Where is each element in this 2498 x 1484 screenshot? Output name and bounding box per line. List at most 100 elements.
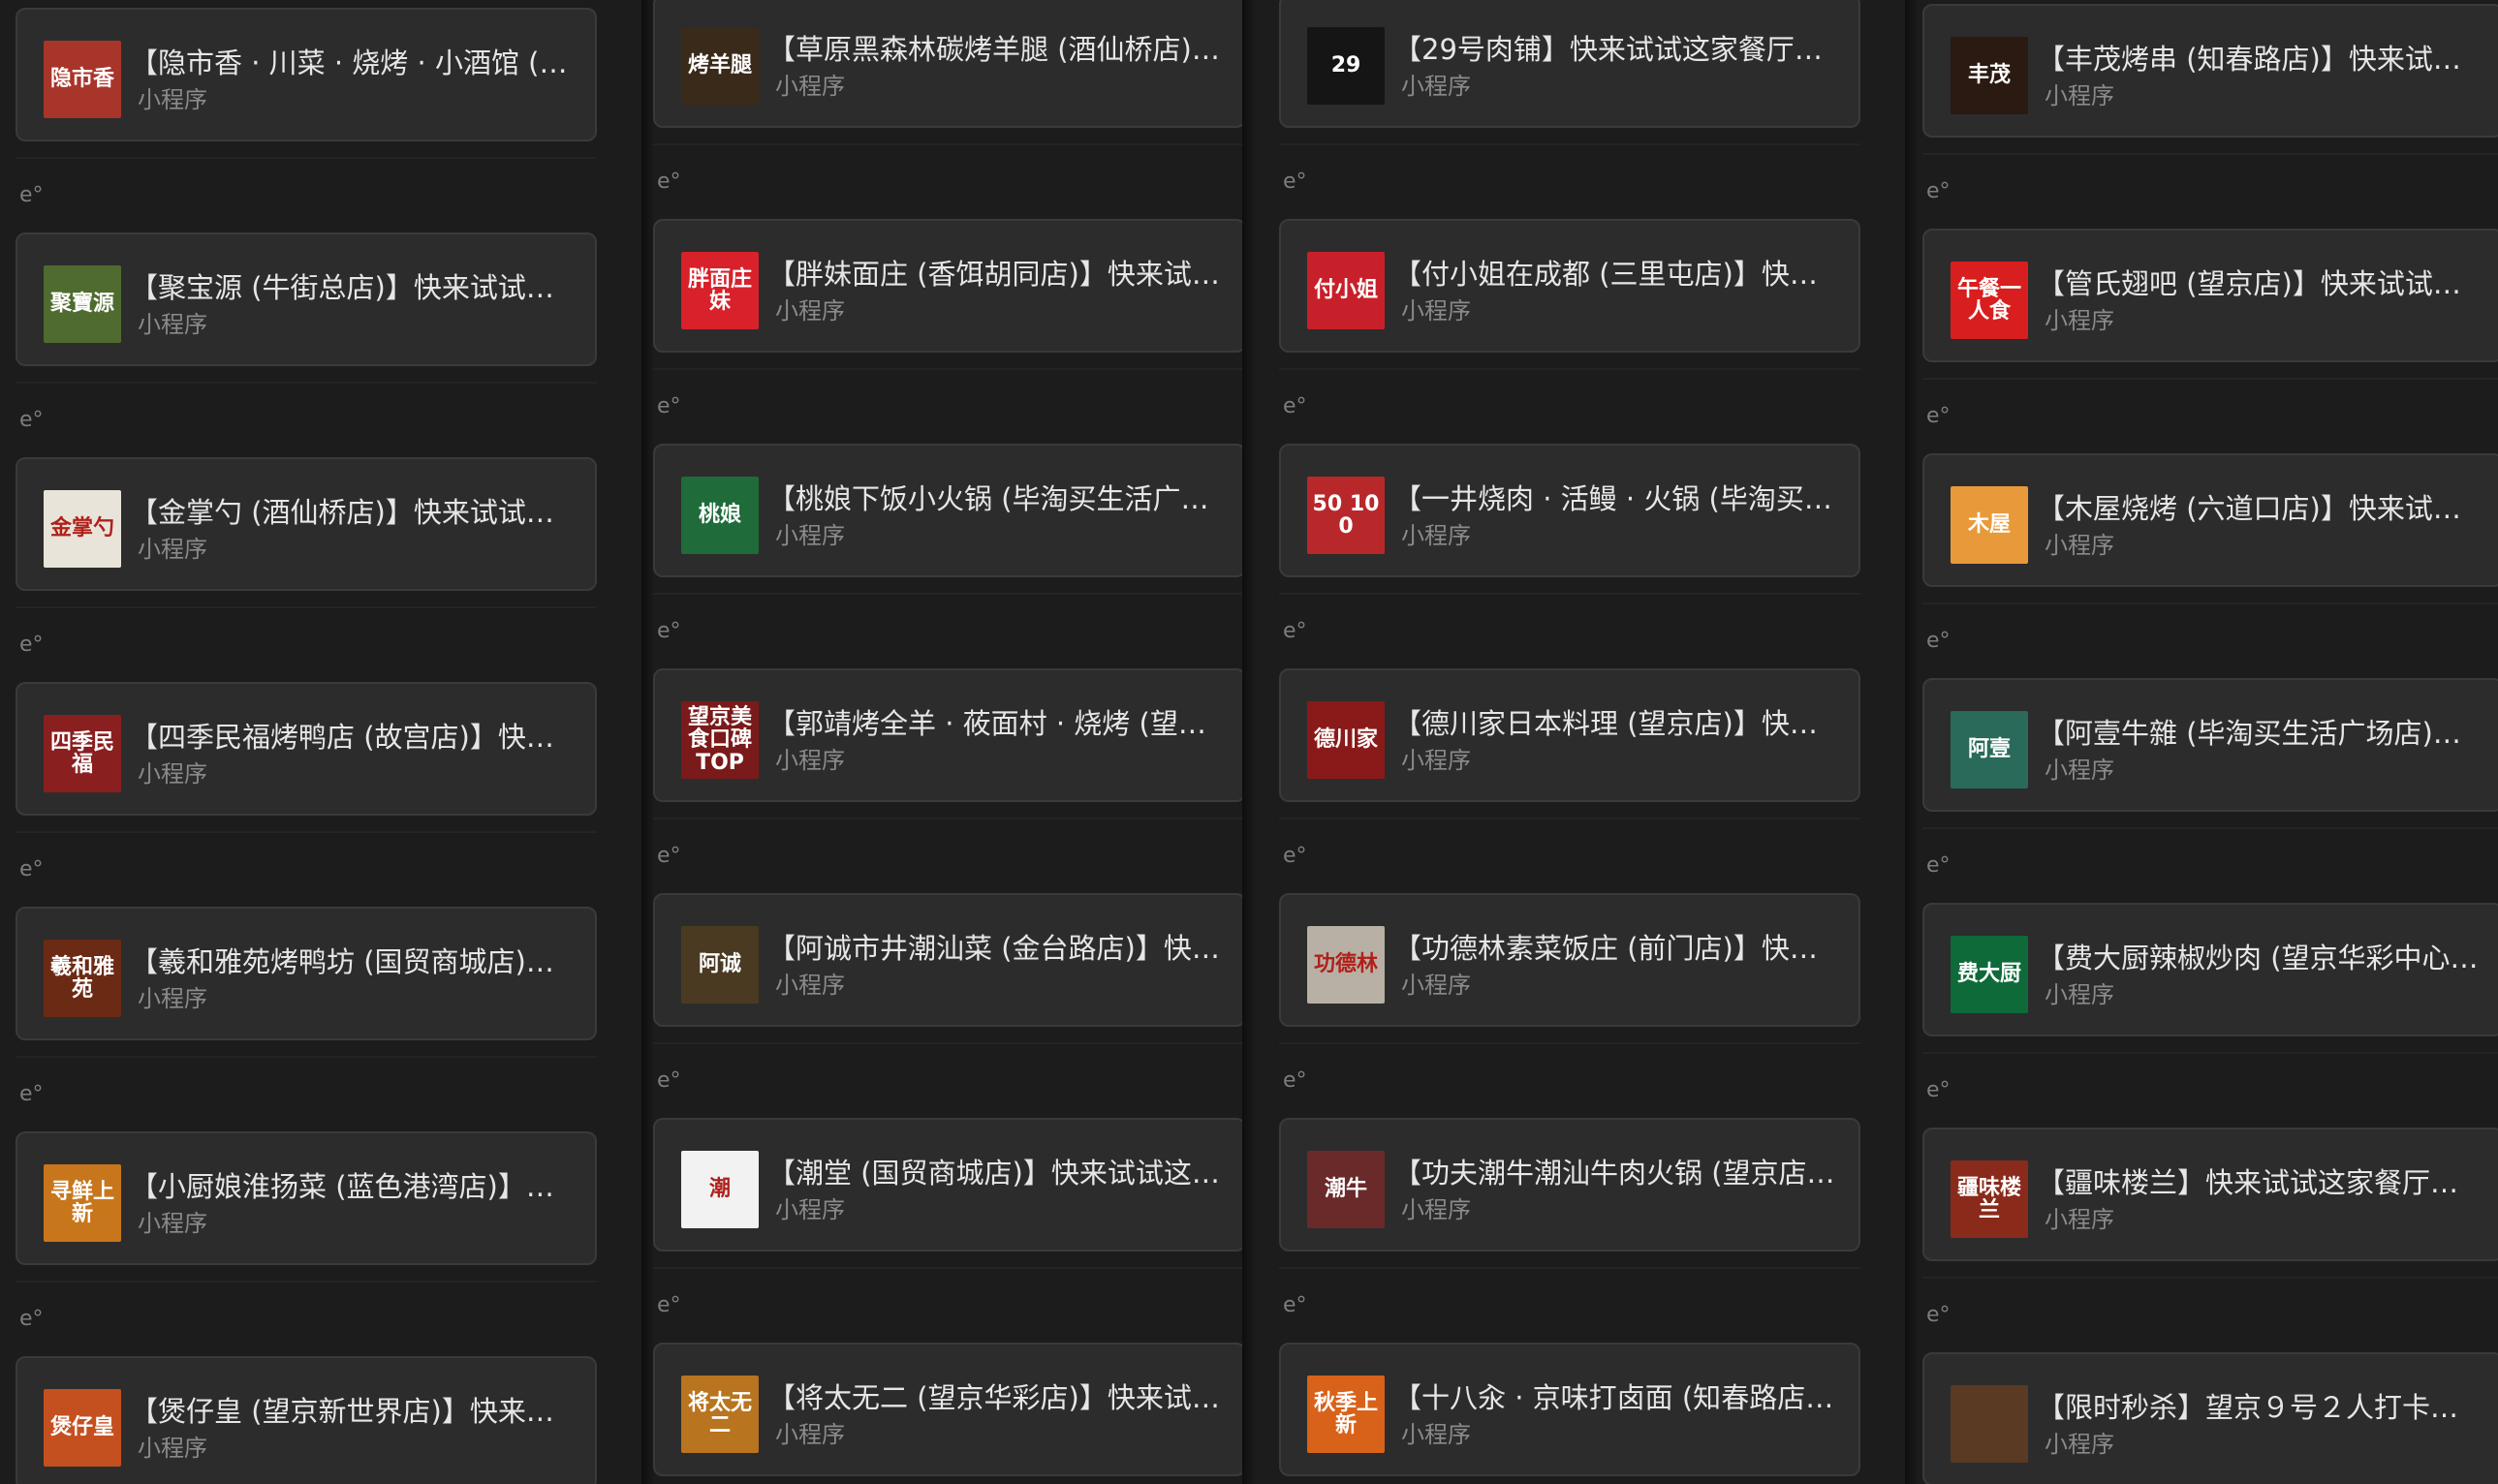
- message-status-mark: e°: [1926, 629, 1951, 653]
- restaurant-thumbnail: 将太无二: [681, 1376, 759, 1453]
- card-subtitle: 小程序: [775, 1196, 845, 1223]
- card-subtitle: 小程序: [1401, 747, 1471, 774]
- message-separator: [1279, 1042, 1860, 1044]
- card-subtitle: 小程序: [775, 522, 845, 549]
- mini-program-card[interactable]: 德川家 【德川家日本料理 (望京店)】快来… 小程序: [1279, 668, 1860, 802]
- message-status-mark: e°: [1926, 1303, 1951, 1327]
- mini-program-card[interactable]: 聚寶源 【聚宝源 (牛街总店)】快来试试这… 小程序: [16, 232, 597, 366]
- message-separator: [16, 382, 597, 384]
- chat-column-1[interactable]: 隐市香 【隐市香 · 川菜 · 烧烤 · 小酒馆 (望… 小程序 e° 聚寶源 【聚宝源 …: [0, 0, 641, 1484]
- restaurant-thumbnail: 德川家: [1307, 701, 1385, 779]
- mini-program-card[interactable]: 秋季上新 【十八汆 · 京味打卤面 (知春路店)… 小程序: [1279, 1343, 1860, 1476]
- card-title: 【金掌勺 (酒仙桥店)】快来试试这…: [130, 496, 574, 529]
- mini-program-card[interactable]: 煲仔皇 【煲仔皇 (望京新世界店)】快来试… 小程序: [16, 1356, 597, 1484]
- thumbnail-logo-text: 桃娘: [698, 503, 741, 528]
- message-separator: [16, 1056, 597, 1058]
- restaurant-thumbnail: 聚寶源: [44, 265, 121, 343]
- message-status-mark: e°: [1926, 1078, 1951, 1102]
- message-status-mark: e°: [1283, 844, 1307, 868]
- card-subtitle: 小程序: [1401, 73, 1471, 100]
- message-separator: [1922, 1277, 2498, 1279]
- mini-program-card[interactable]: 望京美食口碑TOP 【郭靖烤全羊 · 莜面村 · 烧烤 (望京… 小程序: [653, 668, 1242, 802]
- message-separator: [653, 593, 1242, 595]
- message-status-mark: e°: [1283, 1068, 1307, 1093]
- card-subtitle: 小程序: [2045, 981, 2114, 1008]
- thumbnail-logo-text: 潮: [708, 1177, 731, 1202]
- card-title: 【煲仔皇 (望京新世界店)】快来试…: [130, 1395, 574, 1428]
- mini-program-card[interactable]: 木屋 【木屋烧烤 (六道口店)】快来试试… 小程序: [1922, 453, 2498, 587]
- card-subtitle: 小程序: [138, 760, 207, 788]
- mini-program-card[interactable]: 潮牛 【功夫潮牛潮汕牛肉火锅 (望京店)… 小程序: [1279, 1118, 1860, 1252]
- thumbnail-logo-text: 秋季上新: [1313, 1390, 1378, 1438]
- card-title: 【羲和雅苑烤鸭坊 (国贸商城店)】…: [130, 945, 574, 978]
- message-status-mark: e°: [657, 1293, 681, 1317]
- message-separator: [653, 1042, 1242, 1044]
- message-separator: [653, 818, 1242, 819]
- card-title: 【桃娘下饭小火锅 (毕淘买生活广…: [767, 482, 1209, 515]
- message-separator: [16, 1281, 597, 1283]
- thumbnail-logo-text: 羲和雅苑: [49, 954, 114, 1002]
- restaurant-thumbnail: 29: [1307, 27, 1385, 105]
- message-separator: [1922, 1052, 2498, 1054]
- restaurant-thumbnail: 阿诚: [681, 926, 759, 1004]
- mini-program-card[interactable]: 羲和雅苑 【羲和雅苑烤鸭坊 (国贸商城店)】… 小程序: [16, 907, 597, 1040]
- thumbnail-logo-text: 50 100: [1312, 491, 1380, 539]
- card-subtitle: 小程序: [775, 747, 845, 774]
- column-divider: [1242, 0, 1256, 1484]
- restaurant-thumbnail: 隐市香: [44, 41, 121, 118]
- message-status-mark: e°: [19, 857, 44, 881]
- mini-program-card[interactable]: 丰茂 【丰茂烤串 (知春路店)】快来试试… 小程序: [1922, 4, 2498, 138]
- mini-program-card[interactable]: 费大厨 【费大厨辣椒炒肉 (望京华彩中心… 小程序: [1922, 903, 2498, 1036]
- thumbnail-logo-text: 胖面庄妹: [687, 266, 752, 314]
- message-status-mark: e°: [1283, 1293, 1307, 1317]
- card-subtitle: 小程序: [138, 985, 207, 1012]
- mini-program-card[interactable]: 疆味楼兰 【疆味楼兰】快来试试这家餐厅吧！ 小程序: [1922, 1128, 2498, 1261]
- mini-program-card[interactable]: 【限时秒杀】望京９号２人打卡尝鲜… 小程序: [1922, 1352, 2498, 1484]
- mini-program-card[interactable]: 将太无二 【将太无二 (望京华彩店)】快来试… 小程序: [653, 1343, 1242, 1476]
- message-separator: [1922, 378, 2498, 380]
- card-title: 【聚宝源 (牛街总店)】快来试试这…: [130, 271, 574, 304]
- card-title: 【29号肉铺】快来试试这家餐厅吧！: [1393, 33, 1837, 66]
- message-separator: [1922, 153, 2498, 155]
- mini-program-card[interactable]: 午餐一人食 【管氏翅吧 (望京店)】快来试试这… 小程序: [1922, 229, 2498, 362]
- card-title: 【将太无二 (望京华彩店)】快来试…: [767, 1381, 1220, 1414]
- chat-column-4[interactable]: 丰茂 【丰茂烤串 (知春路店)】快来试试… 小程序 e° 午餐一人食 【管氏翅吧 (望京店…: [1905, 0, 2498, 1484]
- thumbnail-logo-text: 功德林: [1313, 952, 1378, 977]
- restaurant-thumbnail: 费大厨: [1951, 936, 2028, 1013]
- mini-program-card[interactable]: 隐市香 【隐市香 · 川菜 · 烧烤 · 小酒馆 (望… 小程序: [16, 8, 597, 141]
- mini-program-card[interactable]: 胖面庄妹 【胖妹面庄 (香饵胡同店)】快来试… 小程序: [653, 219, 1242, 353]
- chat-column-3[interactable]: 29 【29号肉铺】快来试试这家餐厅吧！ 小程序 e° 付小姐 【付小姐在成都 (三里屯店…: [1242, 0, 1905, 1484]
- message-status-mark: e°: [1926, 404, 1951, 428]
- mini-program-card[interactable]: 桃娘 【桃娘下饭小火锅 (毕淘买生活广… 小程序: [653, 444, 1242, 577]
- restaurant-thumbnail: 羲和雅苑: [44, 940, 121, 1017]
- thumbnail-logo-text: 烤羊腿: [687, 53, 752, 78]
- card-title: 【草原黑森林碳烤羊腿 (酒仙桥店)…: [767, 33, 1220, 66]
- mini-program-card[interactable]: 阿壹 【阿壹牛雜 (毕淘买生活广场店)】… 小程序: [1922, 678, 2498, 812]
- message-separator: [1279, 368, 1860, 370]
- mini-program-card[interactable]: 阿诚 【阿诚市井潮汕菜 (金台路店)】快… 小程序: [653, 893, 1242, 1027]
- mini-program-card[interactable]: 29 【29号肉铺】快来试试这家餐厅吧！ 小程序: [1279, 0, 1860, 128]
- restaurant-thumbnail: 煲仔皇: [44, 1389, 121, 1467]
- mini-program-card[interactable]: 潮 【潮堂 (国贸商城店)】快来试试这… 小程序: [653, 1118, 1242, 1252]
- card-subtitle: 小程序: [1401, 522, 1471, 549]
- mini-program-card[interactable]: 寻鲜上新 【小厨娘淮扬菜 (蓝色港湾店)】快… 小程序: [16, 1131, 597, 1265]
- message-separator: [653, 1267, 1242, 1269]
- card-title: 【德川家日本料理 (望京店)】快来…: [1393, 707, 1837, 740]
- chat-column-2[interactable]: 烤羊腿 【草原黑森林碳烤羊腿 (酒仙桥店)… 小程序 e° 胖面庄妹 【胖妹面庄 (香饵胡…: [641, 0, 1242, 1484]
- card-title: 【潮堂 (国贸商城店)】快来试试这…: [767, 1157, 1220, 1190]
- restaurant-thumbnail: 秋季上新: [1307, 1376, 1385, 1453]
- card-title: 【隐市香 · 川菜 · 烧烤 · 小酒馆 (望…: [130, 46, 574, 79]
- mini-program-card[interactable]: 烤羊腿 【草原黑森林碳烤羊腿 (酒仙桥店)… 小程序: [653, 0, 1242, 128]
- mini-program-card[interactable]: 50 100 【一井烧肉 · 活鳗 · 火锅 (毕淘买生… 小程序: [1279, 444, 1860, 577]
- message-separator: [1922, 603, 2498, 604]
- restaurant-thumbnail: [1951, 1385, 2028, 1463]
- thumbnail-logo-text: 木屋: [1967, 512, 2011, 538]
- mini-program-card[interactable]: 金掌勺 【金掌勺 (酒仙桥店)】快来试试这… 小程序: [16, 457, 597, 591]
- card-subtitle: 小程序: [2045, 82, 2114, 109]
- message-separator: [16, 157, 597, 159]
- mini-program-card[interactable]: 付小姐 【付小姐在成都 (三里屯店)】快来… 小程序: [1279, 219, 1860, 353]
- card-title: 【十八汆 · 京味打卤面 (知春路店)…: [1393, 1381, 1837, 1414]
- mini-program-card[interactable]: 四季民福 【四季民福烤鸭店 (故宫店)】快来… 小程序: [16, 682, 597, 816]
- mini-program-card[interactable]: 功德林 【功德林素菜饭庄 (前门店)】快来… 小程序: [1279, 893, 1860, 1027]
- restaurant-thumbnail: 木屋: [1951, 486, 2028, 564]
